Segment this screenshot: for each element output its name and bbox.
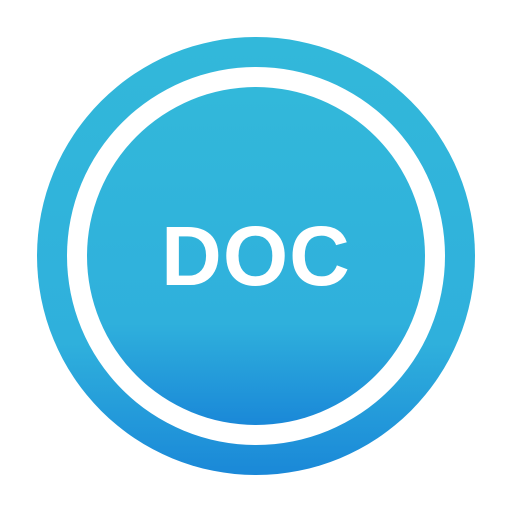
doc-label: DOC xyxy=(161,209,351,303)
doc-file-icon: DOC xyxy=(0,0,512,512)
